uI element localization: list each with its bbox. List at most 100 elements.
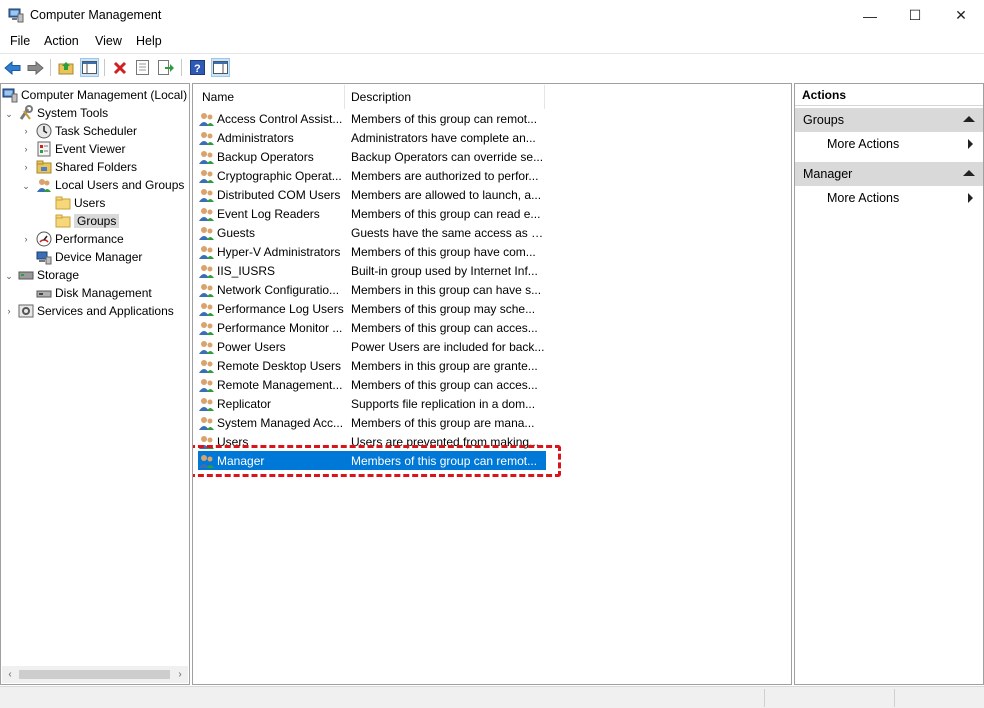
tree-item-computer-management[interactable]: Computer Management (Local) <box>2 86 187 104</box>
export-list-button[interactable] <box>156 58 175 77</box>
table-row[interactable]: Hyper-V Administrators Members of this gr… <box>198 242 546 261</box>
group-description: Members are authorized to perfor... <box>351 168 539 183</box>
table-row[interactable]: IIS_IUSRS Built-in group used by Internet… <box>198 261 546 280</box>
tree-item-users[interactable]: Users <box>55 194 105 212</box>
tree-item-system-tools[interactable]: System Tools <box>18 104 108 122</box>
folder-icon <box>55 214 71 228</box>
table-row[interactable]: Manager Members of this group can remot..… <box>198 451 546 470</box>
table-row[interactable]: Replicator Supports file replication in a… <box>198 394 546 413</box>
table-row[interactable]: Remote Desktop Users Members in this grou… <box>198 356 546 375</box>
chevron-right-icon[interactable]: › <box>21 144 31 154</box>
close-icon: ✕ <box>955 7 967 23</box>
group-icon <box>199 169 214 183</box>
tree-item-services-and-applications[interactable]: Services and Applications <box>18 302 174 320</box>
tree-item-event-viewer[interactable]: Event Viewer <box>36 140 125 158</box>
table-row[interactable]: Remote Management... Members of this grou… <box>198 375 546 394</box>
chevron-down-icon[interactable]: ⌄ <box>21 181 31 191</box>
toolbar: ? <box>0 53 984 80</box>
table-row[interactable]: Performance Log Users Members of this gro… <box>198 299 546 318</box>
actions-section-groups[interactable]: Groups <box>795 108 983 132</box>
actions-section-manager[interactable]: Manager <box>795 162 983 186</box>
minimize-button[interactable]: — <box>847 0 893 31</box>
maximize-button[interactable]: ☐ <box>892 0 938 31</box>
tree-item-local-users-and-groups[interactable]: Local Users and Groups <box>36 176 184 194</box>
help-button[interactable]: ? <box>188 58 207 77</box>
back-button[interactable] <box>3 58 22 77</box>
table-row[interactable]: Administrators Administrators have comple… <box>198 128 546 147</box>
table-row[interactable]: Guests Guests have the same access as m..… <box>198 223 546 242</box>
scroll-left-icon[interactable]: ‹ <box>4 669 16 680</box>
properties-button[interactable] <box>133 58 152 77</box>
table-row[interactable]: Cryptographic Operat... Members are autho… <box>198 166 546 185</box>
group-description: Members of this group can remot... <box>351 453 538 468</box>
column-header-label: Description <box>351 90 412 104</box>
scroll-right-icon[interactable]: › <box>174 669 186 680</box>
chevron-right-icon[interactable]: › <box>21 234 31 244</box>
tree-item-device-manager[interactable]: Device Manager <box>36 248 142 266</box>
forward-button[interactable] <box>26 58 45 77</box>
tree-item-performance[interactable]: Performance <box>36 230 124 248</box>
delete-icon <box>113 61 126 74</box>
more-actions-groups[interactable]: More Actions <box>827 134 977 154</box>
group-icon <box>199 188 214 202</box>
menu-help[interactable]: Help <box>136 34 162 48</box>
chevron-right-icon[interactable]: › <box>21 162 31 172</box>
tree-item-disk-management[interactable]: Disk Management <box>36 284 152 302</box>
table-row[interactable]: Network Configuratio... Members in this g… <box>198 280 546 299</box>
tree-horizontal-scrollbar[interactable]: ‹ › <box>2 666 188 683</box>
show-hide-action-pane-button[interactable] <box>211 58 230 77</box>
maximize-icon: ☐ <box>908 7 922 23</box>
group-description: Members in this group can have s... <box>351 282 542 297</box>
back-arrow-icon <box>4 60 21 75</box>
table-row[interactable]: Performance Monitor ... Members of this g… <box>198 318 546 337</box>
group-icon <box>199 131 214 145</box>
column-header-name[interactable]: Name <box>197 85 345 109</box>
table-row[interactable]: Power Users Power Users are included for … <box>198 337 546 356</box>
show-hide-console-tree-button[interactable] <box>80 58 99 77</box>
menu-view[interactable]: View <box>95 34 122 48</box>
group-name: Users <box>217 434 249 449</box>
more-actions-manager[interactable]: More Actions <box>827 188 977 208</box>
group-icon <box>199 321 214 335</box>
table-row[interactable]: Distributed COM Users Members are allowed… <box>198 185 546 204</box>
up-one-level-button[interactable] <box>56 58 75 77</box>
computer-management-icon <box>2 88 18 103</box>
table-row[interactable]: Access Control Assist... Members of this … <box>198 109 546 128</box>
forward-arrow-icon <box>27 60 44 75</box>
table-row[interactable]: Users Users are prevented from making... <box>198 432 546 451</box>
tree-item-task-scheduler[interactable]: Task Scheduler <box>36 122 137 140</box>
computer-management-icon <box>8 8 24 23</box>
chevron-down-icon[interactable]: ⌄ <box>4 109 14 119</box>
console-tree[interactable]: Computer Management (Local) ⌄ System Too… <box>0 83 190 685</box>
group-name: Event Log Readers <box>217 206 320 221</box>
help-icon: ? <box>190 60 205 75</box>
show-hide-tree-icon <box>82 61 97 74</box>
group-name: IIS_IUSRS <box>217 263 276 278</box>
menu-file[interactable]: File <box>10 34 30 48</box>
collapse-triangle-icon[interactable] <box>963 116 975 122</box>
svg-text:?: ? <box>194 63 201 75</box>
tree-label: Storage <box>37 268 80 282</box>
groups-list[interactable]: Name Description Access Control Assist..… <box>192 83 792 685</box>
table-row[interactable]: Event Log Readers Members of this group c… <box>198 204 546 223</box>
menu-action[interactable]: Action <box>44 34 79 48</box>
show-hide-action-pane-icon <box>213 61 228 74</box>
chevron-right-icon[interactable]: › <box>4 306 14 316</box>
delete-button[interactable] <box>110 58 129 77</box>
tree-item-storage[interactable]: Storage <box>18 266 79 284</box>
table-row[interactable]: Backup Operators Backup Operators can ove… <box>198 147 546 166</box>
chevron-right-icon[interactable]: › <box>21 126 31 136</box>
tree-item-groups[interactable]: Groups <box>55 212 120 230</box>
group-icon <box>199 454 214 468</box>
collapse-triangle-icon[interactable] <box>963 170 975 176</box>
tree-item-shared-folders[interactable]: Shared Folders <box>36 158 137 176</box>
close-button[interactable]: ✕ <box>938 0 984 31</box>
column-header-description[interactable]: Description <box>345 85 545 109</box>
group-name: Performance Log Users <box>217 301 344 316</box>
group-icon <box>199 416 214 430</box>
scrollbar-thumb[interactable] <box>19 670 170 679</box>
tree-label: Performance <box>55 232 124 246</box>
chevron-down-icon[interactable]: ⌄ <box>4 271 14 281</box>
status-cell <box>764 689 894 707</box>
table-row[interactable]: System Managed Acc... Members of this gro… <box>198 413 546 432</box>
